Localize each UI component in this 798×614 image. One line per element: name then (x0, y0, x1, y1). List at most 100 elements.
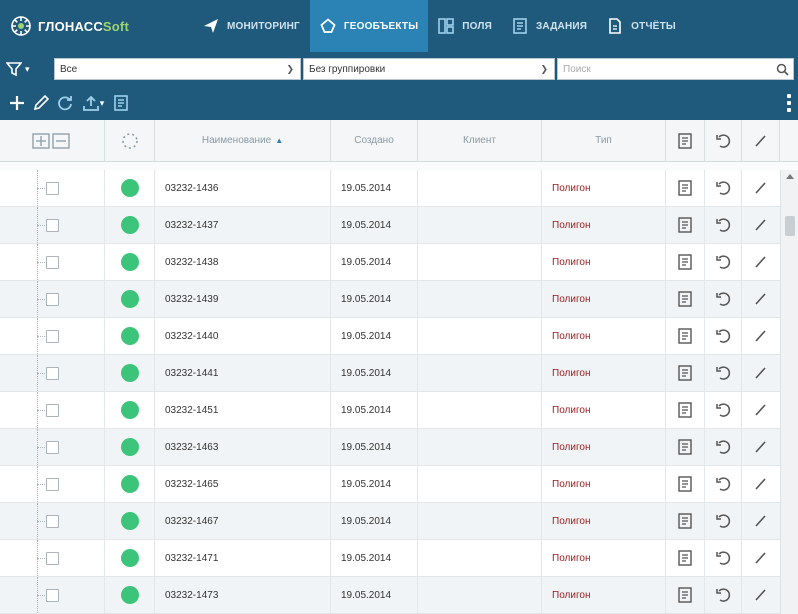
name-cell[interactable]: 03232-1439 (155, 281, 331, 317)
name-cell[interactable]: 03232-1471 (155, 540, 331, 576)
name-cell[interactable]: 03232-1465 (155, 466, 331, 502)
row-checkbox[interactable] (46, 219, 59, 232)
history-action[interactable] (705, 170, 742, 206)
task-action[interactable] (666, 429, 705, 465)
task-action[interactable] (666, 281, 705, 317)
scrollbar-thumb[interactable] (785, 216, 795, 236)
history-action[interactable] (705, 244, 742, 280)
table-row[interactable]: 03232-1465 19.05.2014 Полигон (0, 466, 780, 503)
column-type-header[interactable]: Тип (542, 120, 666, 161)
history-action[interactable] (705, 466, 742, 502)
edit-action[interactable] (742, 540, 780, 576)
grouping-select[interactable]: Без группировки ❯ (303, 58, 555, 80)
edit-action[interactable] (742, 577, 780, 613)
task-action[interactable] (666, 207, 705, 243)
row-checkbox[interactable] (46, 293, 59, 306)
row-checkbox[interactable] (46, 404, 59, 417)
name-cell[interactable]: 03232-1463 (155, 429, 331, 465)
history-action[interactable] (705, 429, 742, 465)
column-name-header[interactable]: Наименование ▲ (155, 120, 331, 161)
filter-button[interactable]: ▾ (6, 61, 54, 77)
name-cell[interactable]: 03232-1438 (155, 244, 331, 280)
vertical-scrollbar[interactable] (780, 170, 798, 614)
row-checkbox[interactable] (46, 515, 59, 528)
name-cell[interactable]: 03232-1440 (155, 318, 331, 354)
tree-toggle-header[interactable] (0, 120, 105, 161)
task-action[interactable] (666, 503, 705, 539)
edit-action[interactable] (742, 355, 780, 391)
row-checkbox[interactable] (46, 589, 59, 602)
nav-monitoring[interactable]: МОНИТОРИНГ (193, 0, 310, 52)
task-column-header[interactable] (666, 120, 705, 161)
nav-tasks[interactable]: ЗАДАНИЯ (502, 0, 597, 52)
edit-button[interactable] (30, 92, 52, 114)
table-row[interactable]: 03232-1451 19.05.2014 Полигон (0, 392, 780, 429)
history-action[interactable] (705, 355, 742, 391)
name-cell[interactable]: 03232-1451 (155, 392, 331, 428)
table-row[interactable]: 03232-1467 19.05.2014 Полигон (0, 503, 780, 540)
search-icon[interactable] (776, 63, 789, 76)
history-action[interactable] (705, 392, 742, 428)
row-checkbox[interactable] (46, 330, 59, 343)
row-checkbox[interactable] (46, 552, 59, 565)
table-row[interactable]: 03232-1473 19.05.2014 Полигон (0, 577, 780, 614)
task-action[interactable] (666, 392, 705, 428)
history-action[interactable] (705, 318, 742, 354)
nav-fields[interactable]: ПОЛЯ (428, 0, 502, 52)
more-options-button[interactable] (786, 94, 792, 112)
edit-action[interactable] (742, 503, 780, 539)
edit-column-header[interactable] (742, 120, 780, 161)
nav-reports[interactable]: ОТЧЁТЫ (597, 0, 686, 52)
name-cell[interactable]: 03232-1437 (155, 207, 331, 243)
edit-action[interactable] (742, 281, 780, 317)
task-action[interactable] (666, 170, 705, 206)
scroll-up-icon[interactable] (786, 174, 794, 179)
add-button[interactable] (6, 92, 28, 114)
table-row[interactable]: 03232-1436 19.05.2014 Полигон (0, 170, 780, 207)
filter-select[interactable]: Все ❯ (54, 58, 301, 80)
search-input[interactable]: Поиск (557, 58, 794, 80)
table-row[interactable]: 03232-1440 19.05.2014 Полигон (0, 318, 780, 355)
edit-action[interactable] (742, 170, 780, 206)
table-row[interactable]: 03232-1463 19.05.2014 Полигон (0, 429, 780, 466)
name-cell[interactable]: 03232-1473 (155, 577, 331, 613)
history-column-header[interactable] (705, 120, 742, 161)
row-checkbox[interactable] (46, 182, 59, 195)
table-row[interactable]: 03232-1439 19.05.2014 Полигон (0, 281, 780, 318)
edit-action[interactable] (742, 207, 780, 243)
row-checkbox[interactable] (46, 367, 59, 380)
edit-action[interactable] (742, 466, 780, 502)
row-checkbox[interactable] (46, 478, 59, 491)
task-action[interactable] (666, 355, 705, 391)
import-button[interactable]: ▾ (78, 92, 108, 114)
task-action[interactable] (666, 318, 705, 354)
column-created-header[interactable]: Создано (331, 120, 418, 161)
edit-action[interactable] (742, 244, 780, 280)
row-checkbox[interactable] (46, 441, 59, 454)
history-action[interactable] (705, 281, 742, 317)
app-logo[interactable]: ГЛОНАСС Soft (0, 0, 193, 52)
name-cell[interactable]: 03232-1467 (155, 503, 331, 539)
task-button[interactable] (110, 92, 132, 114)
refresh-button[interactable] (54, 92, 76, 114)
table-row[interactable]: 03232-1437 19.05.2014 Полигон (0, 207, 780, 244)
edit-action[interactable] (742, 318, 780, 354)
table-row[interactable]: 03232-1438 19.05.2014 Полигон (0, 244, 780, 281)
column-client-header[interactable]: Клиент (418, 120, 542, 161)
edit-action[interactable] (742, 392, 780, 428)
name-cell[interactable]: 03232-1436 (155, 170, 331, 206)
history-action[interactable] (705, 577, 742, 613)
table-row[interactable]: 03232-1441 19.05.2014 Полигон (0, 355, 780, 392)
history-action[interactable] (705, 207, 742, 243)
task-action[interactable] (666, 577, 705, 613)
name-cell[interactable]: 03232-1441 (155, 355, 331, 391)
task-action[interactable] (666, 540, 705, 576)
history-action[interactable] (705, 503, 742, 539)
task-action[interactable] (666, 244, 705, 280)
status-header[interactable] (105, 120, 155, 161)
table-row[interactable]: 03232-1471 19.05.2014 Полигон (0, 540, 780, 577)
nav-geoobjects[interactable]: ГЕООБЪЕКТЫ (309, 0, 429, 52)
task-action[interactable] (666, 466, 705, 502)
history-action[interactable] (705, 540, 742, 576)
row-checkbox[interactable] (46, 256, 59, 269)
